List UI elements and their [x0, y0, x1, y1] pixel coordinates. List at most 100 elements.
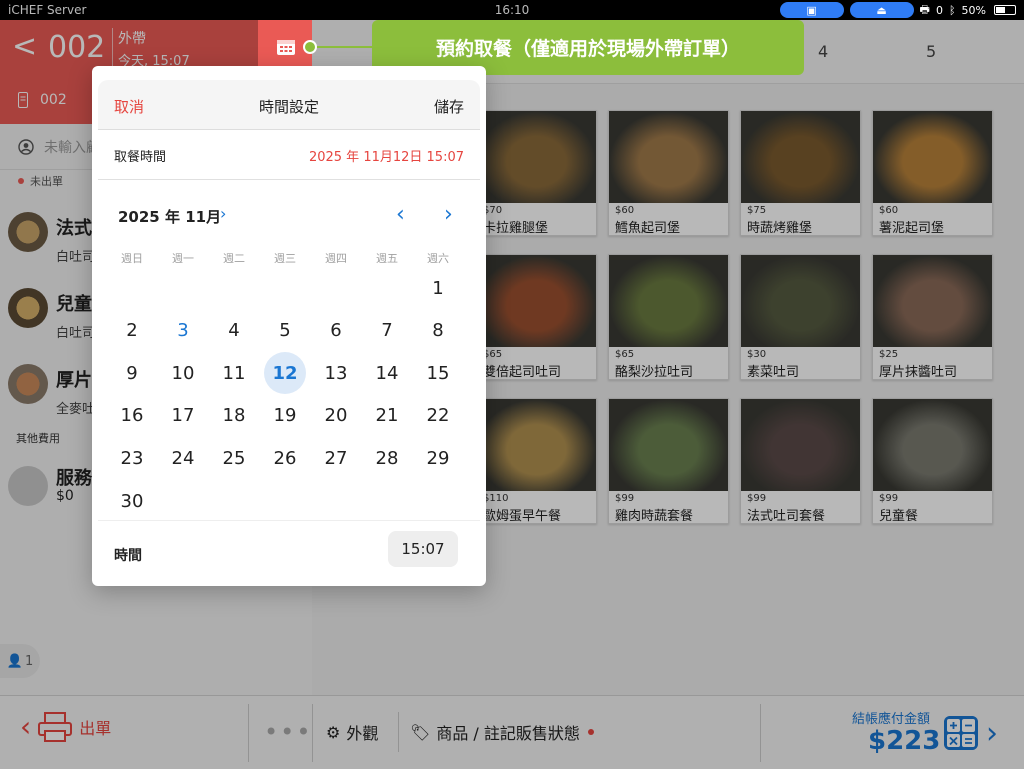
more-button[interactable]: ••• — [264, 718, 312, 746]
calendar-day[interactable]: 5 — [264, 310, 306, 352]
tab-5[interactable]: 5 — [926, 42, 936, 61]
calendar-day[interactable]: 2 — [111, 310, 153, 352]
weekday-label: 週一 — [172, 252, 194, 265]
battery-label: 50% — [961, 3, 986, 17]
product-card[interactable]: $110 歐姆蛋早午餐 — [476, 398, 597, 524]
calendar-day[interactable]: 19 — [264, 395, 306, 437]
chevron-right-icon[interactable]: › — [986, 716, 998, 751]
calendar-day[interactable]: 10 — [162, 352, 204, 394]
fee-amount: $0 — [56, 488, 74, 504]
calendar-day[interactable]: 1 — [417, 267, 459, 309]
tab-4[interactable]: 4 — [818, 42, 828, 61]
product-card[interactable]: $99 雞肉時蔬套餐 — [608, 398, 729, 524]
month-expand-icon[interactable]: › — [220, 204, 226, 223]
unsent-dot — [18, 178, 24, 184]
product-card[interactable]: $65 酪梨沙拉吐司 — [608, 254, 729, 380]
eject-icon[interactable]: ⏏ — [849, 2, 914, 18]
pickup-time-value: 2025 年 11月12日 15:07 — [308, 150, 464, 165]
product-status-label: 商品 / 註記販售狀態 — [436, 724, 580, 743]
cash-drawer-icon[interactable]: ▣ — [779, 2, 844, 18]
total-amount[interactable]: $223 — [868, 726, 940, 756]
weekday-label: 週二 — [223, 252, 245, 265]
back-button[interactable]: < — [12, 30, 37, 64]
calendar-day[interactable]: 3 — [162, 310, 204, 352]
time-settings-panel: 取消 時間設定 儲存 取餐時間 2025 年 11月12日 15:07 2025… — [98, 80, 480, 570]
product-name: 厚片抹醬吐司 — [879, 365, 958, 380]
calendar-day[interactable]: 21 — [366, 395, 408, 437]
print-button[interactable]: ‹ 出單 — [20, 710, 111, 743]
next-month-icon[interactable]: › — [444, 202, 453, 227]
fee-thumbnail — [8, 466, 48, 506]
item-thumbnail — [8, 288, 48, 328]
calendar-day[interactable]: 29 — [417, 437, 459, 479]
app-window: iCHEF Server 16:10 ▣ ⏏ 🖶 0 ᛒ 50% < 002 外… — [0, 0, 1024, 769]
calendar-day[interactable]: 20 — [315, 395, 357, 437]
person-icon: 👤 — [6, 653, 23, 669]
calendar-day[interactable]: 26 — [264, 437, 306, 479]
calendar-day[interactable]: 24 — [162, 437, 204, 479]
weekday-label: 週日 — [121, 252, 143, 265]
calendar-day[interactable]: 23 — [111, 437, 153, 479]
calendar-day-selected[interactable]: 12 — [264, 352, 306, 395]
prev-month-icon[interactable]: ‹ — [396, 202, 405, 227]
calendar-day[interactable]: 27 — [315, 437, 357, 479]
product-image — [477, 255, 596, 347]
calendar-day[interactable]: 17 — [162, 395, 204, 437]
product-card[interactable]: $99 兒童餐 — [872, 398, 993, 524]
toolbar-divider — [312, 704, 313, 762]
calendar-day[interactable]: 6 — [315, 310, 357, 352]
weekday-label: 週四 — [325, 252, 347, 265]
product-card[interactable]: $60 鱈魚起司堡 — [608, 110, 729, 236]
calendar-day[interactable]: 30 — [111, 480, 153, 522]
weekday-label: 週三 — [274, 252, 296, 265]
product-image — [609, 111, 728, 203]
notification-dot — [587, 729, 594, 735]
calendar-day[interactable]: 22 — [417, 395, 459, 437]
save-button[interactable]: 儲存 — [434, 96, 464, 117]
calendar-day[interactable]: 8 — [417, 310, 459, 352]
guest-count-button[interactable]: 👤 1 — [0, 644, 40, 678]
bottom-toolbar: ‹ 出單 ••• ⚙ 外觀 🏷 商品 / 註記販售狀態 結帳應付金額 $223 … — [0, 695, 1024, 769]
product-image — [873, 111, 992, 203]
appearance-button[interactable]: ⚙ 外觀 — [326, 720, 378, 744]
calculator-icon[interactable] — [944, 716, 978, 750]
calendar-icon — [277, 40, 295, 55]
bluetooth-icon: ᛒ — [948, 3, 956, 17]
item-thumbnail — [8, 212, 48, 252]
unsent-section: 未出單 — [18, 170, 63, 192]
calendar-day[interactable]: 15 — [417, 352, 459, 394]
month-label[interactable]: 2025 年 11月 — [118, 206, 221, 227]
product-card[interactable]: $60 薯泥起司堡 — [872, 110, 993, 236]
calendar-day[interactable]: 9 — [111, 352, 153, 394]
product-image — [741, 111, 860, 203]
tooltip-connector — [310, 46, 372, 48]
calendar-day[interactable]: 28 — [366, 437, 408, 479]
calendar-day[interactable]: 16 — [111, 395, 153, 437]
toolbar-divider — [248, 704, 249, 762]
calendar-day[interactable]: 7 — [366, 310, 408, 352]
calendar-day[interactable]: 13 — [315, 352, 357, 394]
product-card[interactable]: $30 素菜吐司 — [740, 254, 861, 380]
product-name: 卡拉雞腿堡 — [483, 221, 549, 236]
calendar-day[interactable]: 4 — [213, 310, 255, 352]
order-type: 外帶 — [118, 31, 146, 47]
product-card[interactable]: $75 時蔬烤雞堡 — [740, 110, 861, 236]
product-image — [477, 111, 596, 203]
calendar-day[interactable]: 14 — [366, 352, 408, 394]
calendar-day[interactable]: 18 — [213, 395, 255, 437]
time-settings-popover: 取消 時間設定 儲存 取餐時間 2025 年 11月12日 15:07 2025… — [92, 66, 486, 586]
product-status-button[interactable]: 🏷 商品 / 註記販售狀態 — [410, 720, 594, 744]
product-card[interactable]: $99 法式吐司套餐 — [740, 398, 861, 524]
product-card[interactable]: $25 厚片抹醬吐司 — [872, 254, 993, 380]
product-card[interactable]: $65 雙倍起司吐司 — [476, 254, 597, 380]
product-price: $65 — [615, 349, 635, 360]
time-value-button[interactable]: 15:07 — [388, 531, 458, 567]
product-card[interactable]: $70 卡拉雞腿堡 — [476, 110, 597, 236]
other-fees-heading: 其他費用 — [16, 432, 60, 445]
appearance-label: 外觀 — [346, 724, 379, 743]
calendar-day[interactable]: 25 — [213, 437, 255, 479]
guest-count: 1 — [24, 653, 34, 669]
ticket-tab[interactable]: 002 — [0, 76, 92, 124]
calendar-day[interactable]: 11 — [213, 352, 255, 394]
product-name: 兒童餐 — [879, 509, 919, 524]
